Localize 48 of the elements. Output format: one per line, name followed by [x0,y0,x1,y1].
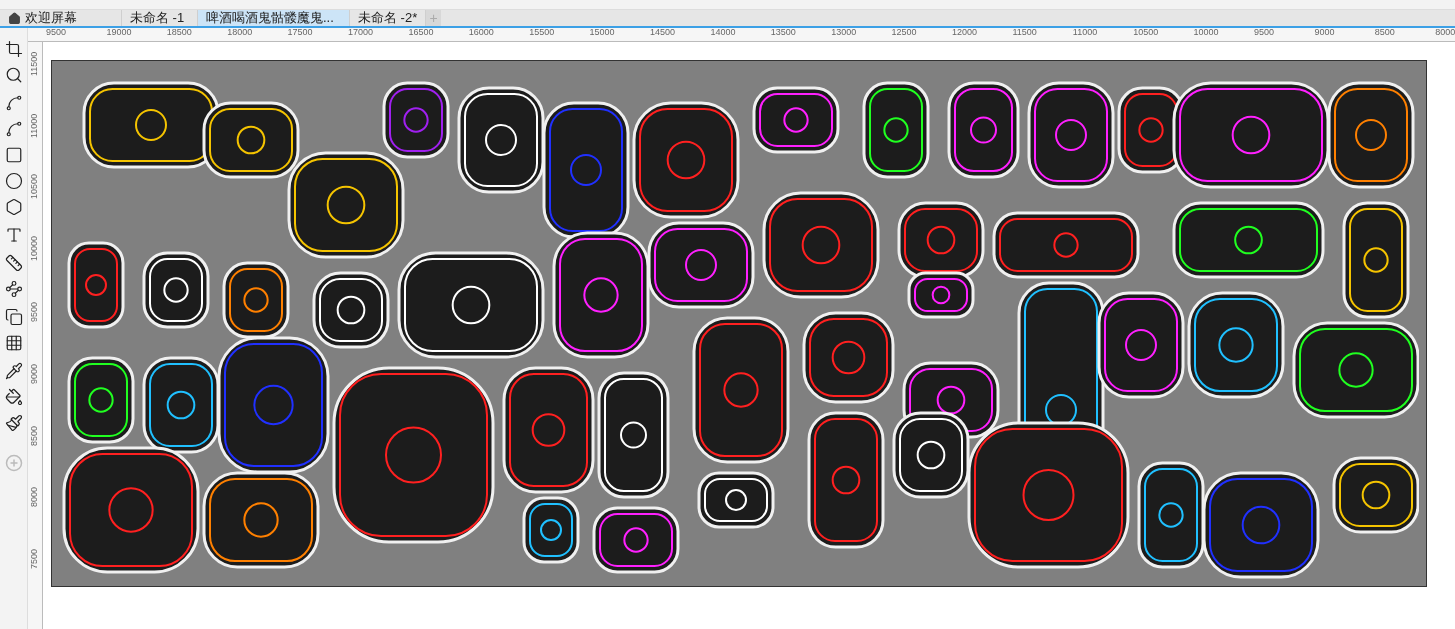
ruler-label: 10000 [30,235,39,261]
rectangle-icon[interactable] [4,146,23,164]
ruler-label: 9500 [30,302,39,323]
ruler-label: 12500 [891,28,917,37]
ruler-label: 8500 [1374,28,1395,37]
ruler-label: 17000 [348,28,374,37]
curve-icon[interactable] [4,120,23,138]
ruler-label: 14500 [650,28,676,37]
ruler-label: 10000 [1193,28,1219,37]
ruler-label: 11000 [1072,28,1098,37]
ruler-label: 16500 [408,28,434,37]
ruler-label: 8000 [1435,28,1455,37]
ruler-label: 13500 [770,28,796,37]
ruler-label: 9000 [30,363,39,384]
ruler-label: 15500 [529,28,555,37]
polygon-icon[interactable] [4,198,23,216]
ruler-label: 10500 [1133,28,1159,37]
home-icon [8,11,21,25]
ruler-label: 19000 [106,28,132,37]
ruler-label: 9000 [1314,28,1335,37]
ruler-label: 18500 [166,28,192,37]
dimension-line-icon[interactable] [4,254,23,272]
ruler-label: 18000 [227,28,253,37]
freehand-icon[interactable] [4,94,23,112]
ruler-label: 7500 [30,548,39,569]
drop-shadow-icon[interactable] [4,308,23,326]
connector-icon[interactable] [4,280,23,298]
ruler-label: 13000 [831,28,857,37]
ruler-label: 8000 [30,487,39,508]
ruler-label: 11500 [1012,28,1037,37]
ruler-label: 12000 [952,28,978,37]
eyedropper-icon[interactable] [4,362,23,380]
ruler-label: 9500 [46,28,67,37]
ruler-label: 8500 [30,425,39,446]
ruler-label: 15000 [589,28,615,37]
ruler-label: 11500 [30,51,39,76]
document-tab[interactable]: 啤酒喝酒鬼骷髅魔鬼... [198,10,350,26]
ruler-label: 10500 [30,174,39,200]
fill-icon[interactable] [4,388,23,406]
ruler-label: 9500 [1254,28,1275,37]
ruler-label: 14000 [710,28,736,37]
ruler-label: 16000 [468,28,494,37]
ruler-label: 11000 [30,113,39,138]
ruler-label: 17500 [287,28,313,37]
zoom-icon[interactable] [4,66,23,84]
text-tool-icon[interactable] [4,226,23,244]
ellipse-icon[interactable] [4,172,23,190]
crop-icon[interactable] [4,40,23,58]
